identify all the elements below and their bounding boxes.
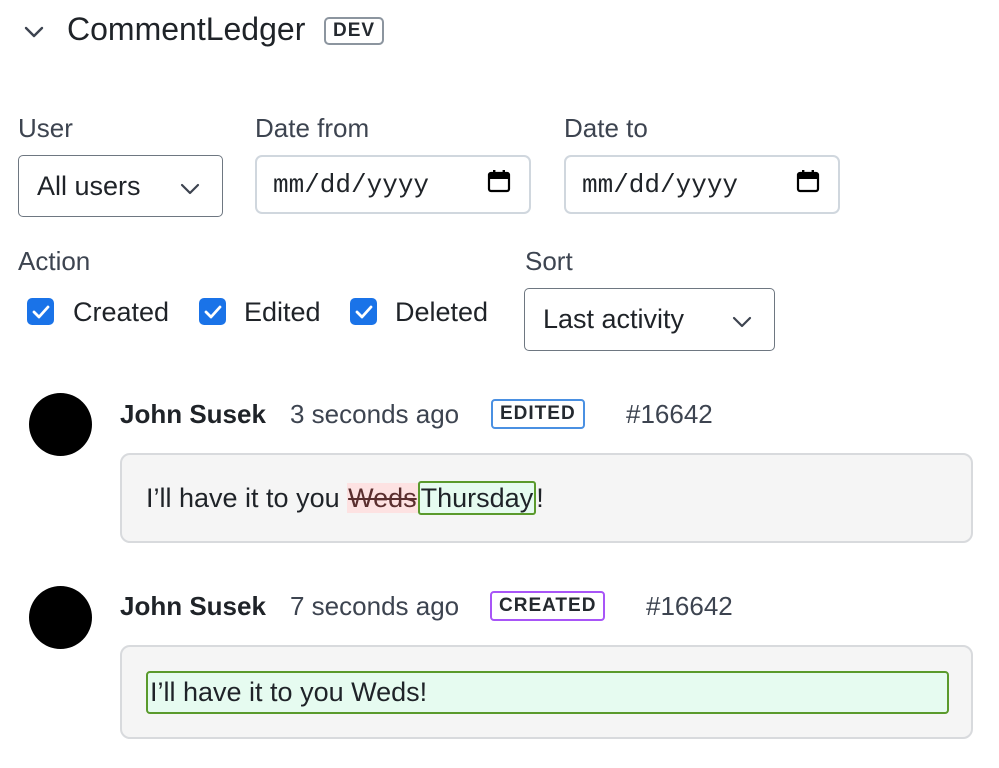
user-select-value: All users [37,170,141,201]
calendar-icon[interactable] [796,169,820,201]
diff-inserted-text: Thursday [417,481,537,515]
entry-author[interactable]: John Susek [120,590,266,622]
diff-suffix: ! [536,483,544,513]
date-to-label: Date to [564,113,648,143]
avatar[interactable] [29,586,92,649]
date-from-placeholder: mm/dd/yyyy [273,169,430,200]
checkbox-created[interactable] [27,298,54,325]
comment-card: I’ll have it to you Weds! [120,645,973,739]
checkbox-edited-label[interactable]: Edited [244,296,321,328]
status-badge-created: CREATED [490,591,606,621]
checkbox-deleted[interactable] [350,298,377,325]
checkmark-icon [355,305,372,318]
date-to-input[interactable]: mm/dd/yyyy [564,155,840,214]
checkmark-icon [204,305,221,318]
diff-prefix: I’ll have it to you [146,483,348,513]
date-to-placeholder: mm/dd/yyyy [582,169,739,200]
collapse-chevron-icon[interactable] [22,20,46,44]
entry-comment-id[interactable]: #16642 [626,398,713,430]
comment-diff: I’ll have it to you Weds Thursday! [146,481,544,515]
user-select[interactable]: All users [18,155,223,217]
entry-timestamp: 3 seconds ago [290,399,460,429]
page-title: CommentLedger [67,11,306,47]
checkbox-deleted-label[interactable]: Deleted [395,296,488,328]
diff-inserted-text: I’ll have it to you Weds! [146,671,949,714]
entry-timestamp: 7 seconds ago [290,591,460,621]
checkbox-edited[interactable] [199,298,226,325]
entry-comment-id[interactable]: #16642 [646,590,733,622]
user-filter-label: User [18,113,73,143]
entry-author[interactable]: John Susek [120,398,266,430]
sort-select-value: Last activity [543,304,685,334]
chevron-down-icon [732,304,752,335]
checkmark-icon [32,305,49,318]
env-badge: DEV [324,17,385,45]
avatar[interactable] [29,393,92,456]
action-filter-label: Action [18,246,91,276]
diff-deleted-text: Weds [347,483,418,513]
status-badge-edited: EDITED [491,399,585,429]
chevron-down-icon [180,171,200,202]
comment-card: I’ll have it to you Weds Thursday! [120,453,973,543]
sort-select[interactable]: Last activity [524,288,775,351]
sort-label: Sort [525,246,573,276]
calendar-icon[interactable] [487,169,511,201]
checkbox-created-label[interactable]: Created [73,296,169,328]
date-from-input[interactable]: mm/dd/yyyy [255,155,531,214]
date-from-label: Date from [255,113,370,143]
